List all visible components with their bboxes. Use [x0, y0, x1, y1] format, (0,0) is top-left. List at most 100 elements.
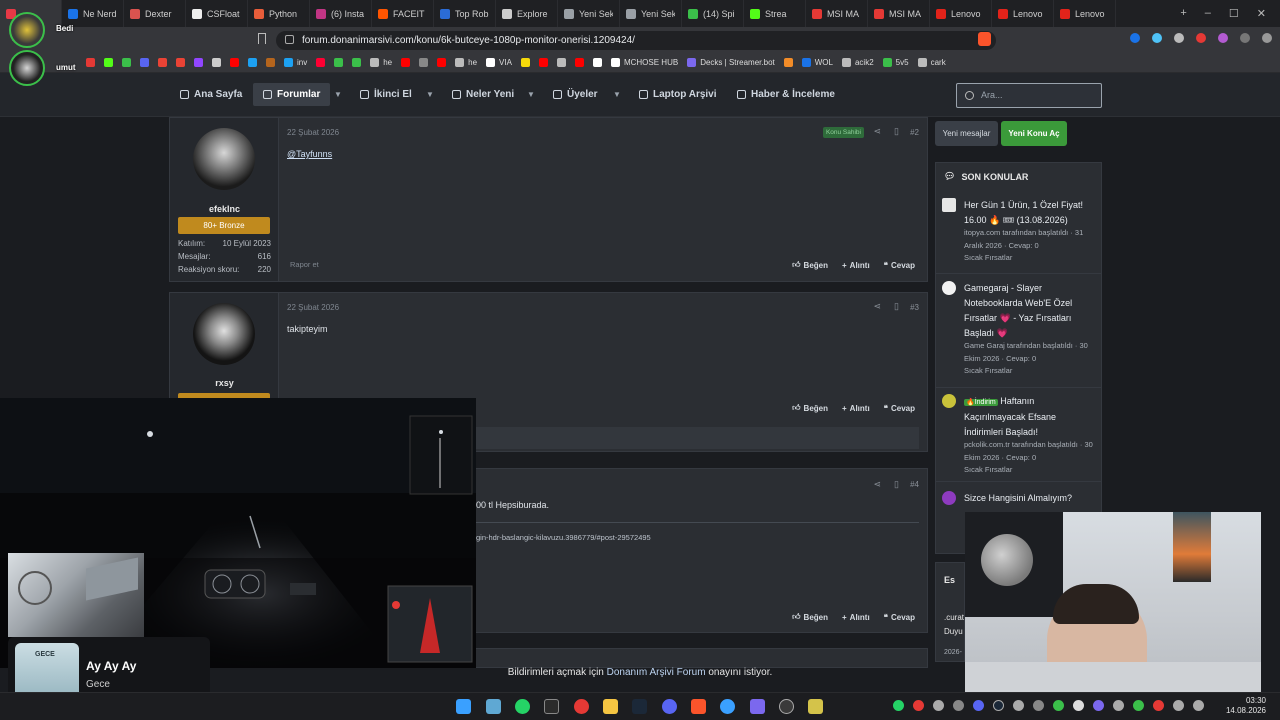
nav-whats-new-caret[interactable]: ▼ — [527, 90, 535, 99]
thread-title[interactable]: Her Gün 1 Ürün, 1 Özel Fiyat! 16.00 🔥 🎟 … — [964, 198, 1097, 228]
bookmark-item[interactable] — [592, 58, 602, 67]
tray-icon[interactable] — [1053, 700, 1064, 711]
minimize-icon[interactable]: – — [1205, 7, 1211, 20]
bookmark-item[interactable]: inv — [284, 58, 307, 67]
post-number[interactable]: #2 — [910, 128, 919, 137]
bookmark-star-icon[interactable] — [258, 33, 266, 44]
app-icon[interactable] — [808, 699, 823, 714]
extension-icon[interactable] — [1196, 33, 1206, 43]
wifi-icon[interactable] — [1173, 700, 1184, 711]
nav-second-hand[interactable]: İkinci El — [360, 89, 412, 100]
browser-tab[interactable]: CSFloat — [186, 0, 248, 27]
post-number[interactable]: #4 — [910, 480, 919, 489]
tray-icon[interactable] — [933, 700, 944, 711]
user-mention[interactable]: @Tayfunns — [287, 149, 332, 159]
like-button[interactable]: 👍︎ Beğen — [792, 612, 828, 622]
browser-tab[interactable]: Top Rob — [434, 0, 496, 27]
bookmark-item[interactable]: WOL — [801, 58, 833, 67]
bookmark-item[interactable] — [783, 58, 793, 67]
nav-second-hand-caret[interactable]: ▼ — [426, 90, 434, 99]
nav-members[interactable]: Üyeler — [553, 89, 598, 100]
share-icon[interactable]: ⋖ — [873, 301, 881, 312]
bookmark-icon[interactable]: ▯ — [894, 301, 899, 312]
app-icon[interactable] — [544, 699, 559, 714]
notification-site[interactable]: Donanım Arşivi Forum — [607, 667, 706, 678]
bookmark-icon[interactable]: ▯ — [894, 479, 899, 490]
bookmark-item[interactable] — [86, 58, 95, 67]
tray-icon[interactable] — [1113, 700, 1124, 711]
thread-title[interactable]: Gamegaraj - Slayer Notebooklarda Web'E Ö… — [964, 281, 1097, 341]
next-item-text2[interactable]: Duyu — [944, 627, 963, 636]
bookmark-item[interactable]: acik2 — [841, 58, 874, 67]
extension-icon[interactable] — [1174, 33, 1184, 43]
nav-news-reviews[interactable]: Haber & İnceleme — [737, 89, 835, 100]
post-number[interactable]: #3 — [910, 303, 919, 312]
extension-icon[interactable] — [1130, 33, 1140, 43]
quote-button[interactable]: + Alıntı — [842, 260, 870, 270]
bookmark-item[interactable]: VIA — [486, 58, 512, 67]
volume-icon[interactable] — [1193, 700, 1204, 711]
browser-tab[interactable]: Lenovo — [930, 0, 992, 27]
bookmark-item[interactable] — [176, 58, 185, 67]
browser-tab[interactable]: Strea — [744, 0, 806, 27]
nav-laptop-archive[interactable]: Laptop Arşivi — [639, 89, 717, 100]
quote-button[interactable]: + Alıntı — [842, 612, 870, 622]
tray-icon[interactable] — [1013, 700, 1024, 711]
nav-forums-caret[interactable]: ▼ — [334, 90, 342, 99]
tray-icon[interactable] — [1093, 700, 1104, 711]
bookmark-item[interactable] — [401, 58, 411, 67]
bookmark-item[interactable] — [104, 58, 113, 67]
avatar[interactable] — [193, 303, 255, 365]
bookmark-item[interactable] — [419, 58, 429, 67]
bookmark-item[interactable]: he — [455, 58, 477, 67]
nav-whats-new[interactable]: Neler Yeni — [452, 89, 514, 100]
bookmark-item[interactable] — [122, 58, 131, 67]
avatar[interactable] — [193, 128, 255, 190]
reply-button[interactable]: ❝ Cevap — [884, 612, 915, 622]
steam-icon[interactable] — [632, 699, 647, 714]
browser-tab[interactable]: MSI MA — [806, 0, 868, 27]
browser-tab[interactable]: Lenovo — [992, 0, 1054, 27]
bookmark-item[interactable] — [158, 58, 167, 67]
bookmark-item[interactable]: 5v5 — [882, 58, 909, 67]
reply-button[interactable]: ❝ Cevap — [884, 403, 915, 413]
browser-tab[interactable]: Python — [248, 0, 310, 27]
tray-icon[interactable] — [1073, 700, 1084, 711]
thread-title[interactable]: Sizce Hangisini Almalıyım? — [964, 491, 1097, 506]
app-icon[interactable] — [750, 699, 765, 714]
tray-icon[interactable] — [1153, 700, 1164, 711]
like-button[interactable]: 👍︎ Beğen — [792, 403, 828, 413]
file-explorer-icon[interactable] — [603, 699, 618, 714]
new-thread-button[interactable]: Yeni Konu Aç — [1001, 121, 1067, 146]
bookmark-item[interactable]: cark — [917, 58, 946, 67]
windows-start-icon[interactable] — [456, 699, 471, 714]
bookmark-item[interactable] — [520, 58, 530, 67]
bookmark-item[interactable] — [316, 58, 326, 67]
bookmark-item[interactable]: MCHOSE HUB — [610, 58, 678, 67]
quote-button[interactable]: + Alıntı — [842, 403, 870, 413]
nav-home[interactable]: Ana Sayfa — [180, 89, 242, 100]
thread-forum[interactable]: Sıcak Fırsatlar — [964, 464, 1097, 477]
whatsapp-icon[interactable] — [515, 699, 530, 714]
app-icon[interactable] — [779, 699, 794, 714]
new-messages-button[interactable]: Yeni mesajlar — [935, 121, 998, 146]
share-icon[interactable]: ⋖ — [873, 126, 881, 137]
browser-tab[interactable]: Yeni Sek — [620, 0, 682, 27]
tray-icon[interactable] — [1133, 700, 1144, 711]
close-icon[interactable]: ✕ — [1257, 7, 1266, 20]
maximize-icon[interactable]: ☐ — [1229, 7, 1239, 20]
browser-tab[interactable]: Ne Nerd — [62, 0, 124, 27]
bookmark-item[interactable] — [194, 58, 203, 67]
thread-forum[interactable]: Sıcak Fırsatlar — [964, 252, 1097, 265]
bookmark-icon[interactable]: ▯ — [894, 126, 899, 137]
username[interactable]: rxsy — [170, 378, 279, 388]
bookmark-item[interactable] — [334, 58, 344, 67]
thread-item[interactable]: 🔥İndirim Haftanın Kaçırılmayacak Efsane … — [942, 394, 1097, 474]
bookmark-item[interactable] — [266, 58, 275, 67]
post-date[interactable]: 22 Şubat 2026 — [287, 303, 339, 312]
youtube-music-icon[interactable] — [574, 699, 589, 714]
tray-icon[interactable] — [913, 700, 924, 711]
taskbar-clock[interactable]: 03:30 14.08.2026 — [1226, 696, 1266, 716]
discord-icon[interactable] — [662, 699, 677, 714]
gallery-icon[interactable] — [486, 699, 501, 714]
